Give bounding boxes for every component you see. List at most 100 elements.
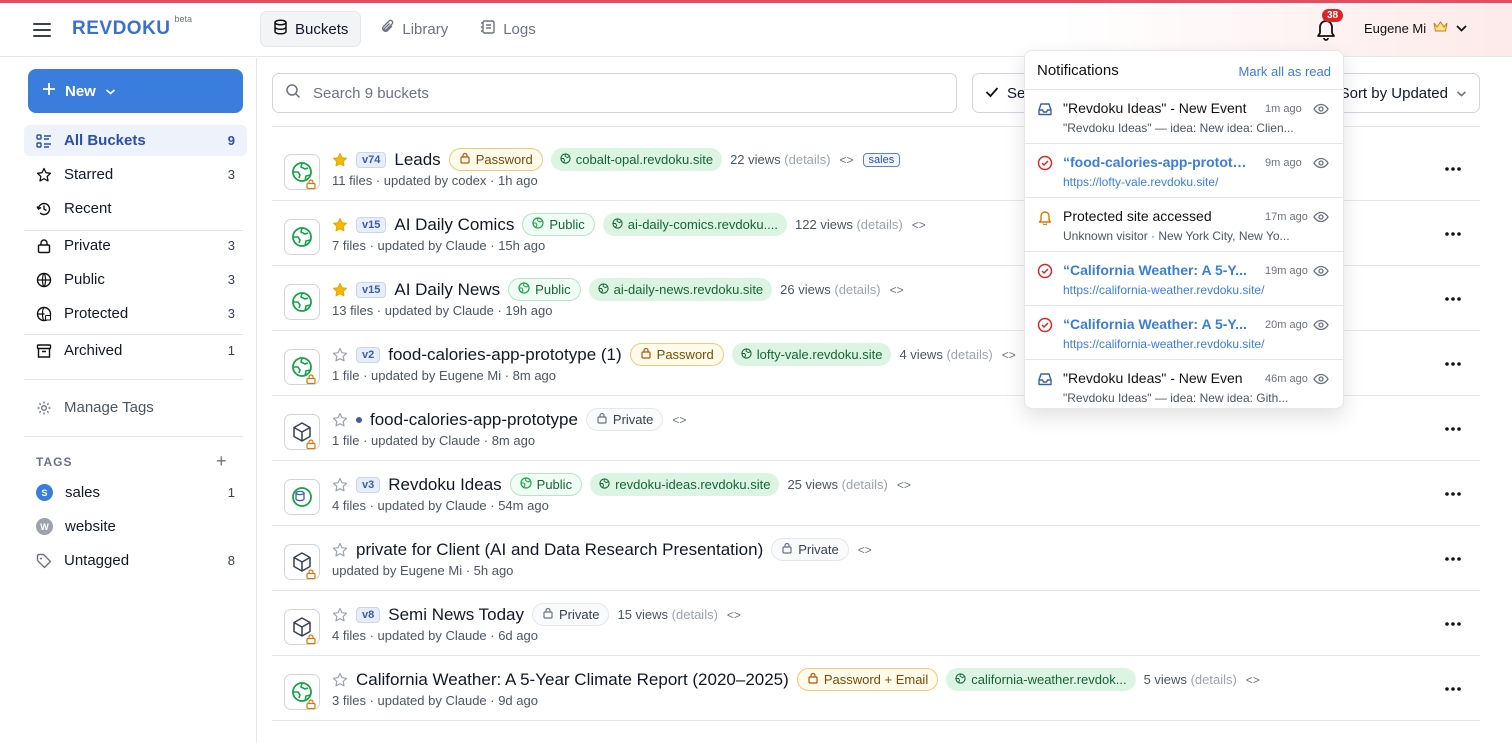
bucket-row[interactable]: v8 Semi News Today Private 15 views (detail… [272,591,1480,656]
access-badge[interactable]: Private [771,538,849,561]
bucket-title[interactable]: Revdoku Ideas [388,475,501,495]
details-link[interactable]: (details) [946,347,992,362]
star-icon[interactable] [332,542,348,558]
eye-icon[interactable] [1313,102,1329,116]
code-icon[interactable]: <> [896,478,912,492]
bucket-title[interactable]: food-calories-app-prototype (1) [388,345,621,365]
notification-title[interactable]: “food-calories-app-prototy... [1063,154,1247,170]
more-options-icon[interactable] [1442,421,1464,437]
views-count[interactable]: 26 views (details) [780,282,880,297]
notification-item[interactable]: “California Weather: A 5-Y... 20m ago http… [1025,305,1343,359]
tag-chip[interactable]: sales [862,152,901,167]
search-input[interactable]: Search 9 buckets [272,73,957,113]
details-link[interactable]: (details) [834,282,880,297]
details-link[interactable]: (details) [842,477,888,492]
bucket-row[interactable]: California Weather: A 5-Year Climate Rep… [272,656,1480,721]
code-icon[interactable]: <> [1001,348,1017,362]
code-icon[interactable]: <> [857,543,873,557]
star-icon[interactable] [332,347,348,363]
notification-item[interactable]: “California Weather: A 5-Y... 19m ago http… [1025,251,1343,305]
access-badge[interactable]: Private [532,603,610,626]
access-badge[interactable]: Password [448,148,543,171]
sidebar-item-protected[interactable]: Protected 3 [24,298,247,329]
star-icon[interactable] [332,282,348,298]
eye-icon[interactable] [1313,156,1329,170]
access-badge[interactable]: Public [522,213,595,236]
new-button[interactable]: New [28,69,243,113]
tab-buckets[interactable]: Buckets [260,11,362,47]
bucket-title[interactable]: AI Daily News [394,280,500,300]
domain-link[interactable]: ai-daily-news.revdoku.site [588,278,773,301]
notification-title[interactable]: “California Weather: A 5-Y... [1063,316,1247,332]
notification-subtitle[interactable]: https://lofty-vale.revdoku.site/ [1063,175,1303,189]
access-badge[interactable]: Password [629,343,724,366]
access-badge[interactable]: Public [509,473,583,496]
eye-icon[interactable] [1313,264,1329,278]
code-icon[interactable]: <> [839,153,855,167]
bucket-title[interactable]: Semi News Today [388,605,524,625]
bucket-row[interactable]: v3 Revdoku Ideas Public revdoku-ideas.revdo… [272,461,1480,526]
star-icon[interactable] [332,607,348,623]
views-count[interactable]: 122 views (details) [795,217,903,232]
notification-item[interactable]: "Revdoku Ideas" - New Event 1m ago "Revdok… [1025,89,1343,143]
eye-icon[interactable] [1313,210,1329,224]
sidebar-item-recent[interactable]: Recent [24,193,247,224]
sort-dropdown[interactable]: Sort by Updated [1322,73,1480,113]
code-icon[interactable]: <> [911,218,927,232]
code-icon[interactable]: <> [1245,673,1261,687]
bucket-title[interactable]: private for Client (AI and Data Research… [356,540,763,560]
domain-link[interactable]: cobalt-opal.revdoku.site [550,148,723,171]
sidebar-item-starred[interactable]: Starred 3 [24,159,247,190]
access-badge[interactable]: Private [585,408,664,431]
code-icon[interactable]: <> [726,608,742,622]
star-icon[interactable] [332,217,348,233]
domain-link[interactable]: california-weather.revdok... [946,668,1136,691]
access-badge[interactable]: Public [508,278,581,301]
notification-subtitle[interactable]: https://california-weather.revdoku.site/ [1063,283,1303,297]
bucket-title[interactable]: California Weather: A 5-Year Climate Rep… [356,670,789,690]
details-link[interactable]: (details) [672,607,718,622]
add-tag-icon[interactable]: + [216,451,227,472]
tab-logs[interactable]: Logs [467,11,549,47]
eye-icon[interactable] [1313,372,1329,386]
views-count[interactable]: 25 views (details) [787,477,887,492]
bucket-title[interactable]: food-calories-app-prototype [370,410,578,430]
domain-link[interactable]: ai-daily-comics.revdoku.... [602,213,788,236]
app-logo[interactable]: REVDOKU beta [72,14,192,40]
manage-tags-link[interactable]: Manage Tags [24,392,247,423]
sidebar-tag-untagged[interactable]: Untagged 8 [24,545,247,576]
code-icon[interactable]: <> [889,283,905,297]
sidebar-item-public[interactable]: Public 3 [24,264,247,295]
star-icon[interactable] [332,152,348,168]
more-options-icon[interactable] [1442,161,1464,177]
mark-all-read-link[interactable]: Mark all as read [1239,64,1331,79]
views-count[interactable]: 5 views (details) [1144,672,1237,687]
views-count[interactable]: 4 views (details) [899,347,992,362]
sidebar-tag-website[interactable]: W website [24,511,247,542]
star-icon[interactable] [332,672,348,688]
notification-item[interactable]: “food-calories-app-prototy... 9m ago https… [1025,143,1343,197]
tab-library[interactable]: Library [367,11,461,47]
sidebar-tag-sales[interactable]: S sales 1 [24,477,247,508]
bucket-row[interactable]: private for Client (AI and Data Research… [272,526,1480,591]
code-icon[interactable]: <> [671,413,687,427]
more-options-icon[interactable] [1442,486,1464,502]
user-menu[interactable]: Eugene Mi [1364,20,1468,36]
details-link[interactable]: (details) [1191,672,1237,687]
menu-icon[interactable] [31,19,53,41]
sidebar-item-archived[interactable]: Archived 1 [24,335,247,366]
notification-subtitle[interactable]: https://california-weather.revdoku.site/ [1063,337,1303,351]
domain-link[interactable]: lofty-vale.revdoku.site [731,343,892,366]
details-link[interactable]: (details) [784,152,830,167]
sidebar-item-private[interactable]: Private 3 [24,230,247,261]
more-options-icon[interactable] [1442,616,1464,632]
more-options-icon[interactable] [1442,551,1464,567]
eye-icon[interactable] [1313,318,1329,332]
bucket-title[interactable]: AI Daily Comics [394,215,514,235]
details-link[interactable]: (details) [856,217,902,232]
views-count[interactable]: 15 views (details) [617,607,717,622]
more-options-icon[interactable] [1442,291,1464,307]
domain-link[interactable]: revdoku-ideas.revdoku.site [590,473,780,496]
more-options-icon[interactable] [1442,356,1464,372]
star-icon[interactable] [332,477,348,493]
